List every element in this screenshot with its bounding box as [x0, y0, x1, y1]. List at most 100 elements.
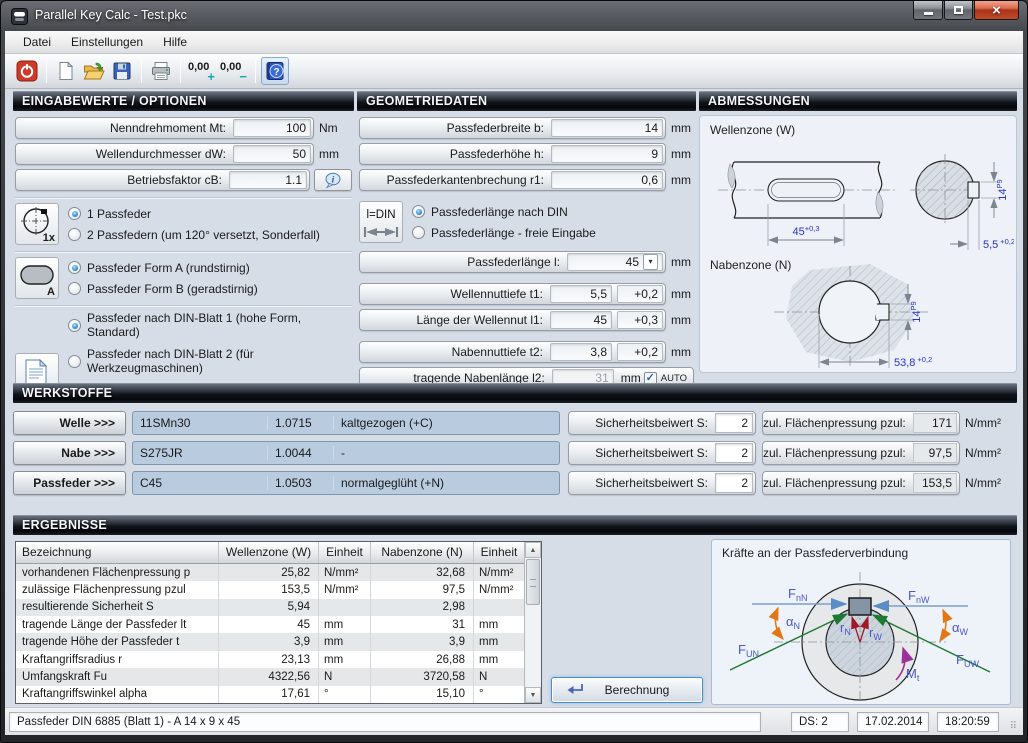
- material-name: S275JR: [133, 446, 267, 460]
- wellendurchmesser-label: Wellendurchmesser dW:: [16, 147, 233, 161]
- w-value: 153,5: [219, 581, 319, 598]
- row-name: resultierende Sicherheit S: [16, 599, 219, 616]
- nenndrehmoment-unit: Nm: [314, 121, 352, 135]
- w-value: 4322,56: [219, 668, 319, 685]
- option-label: 1 Passfeder: [87, 207, 151, 221]
- n-unit: °: [474, 686, 524, 703]
- passfederbreite-field: 14: [551, 119, 663, 137]
- open-file-button[interactable]: [80, 57, 108, 85]
- col-bezeichnung[interactable]: Bezeichnung: [16, 542, 219, 563]
- menu-einstellungen[interactable]: Einstellungen: [61, 32, 153, 52]
- option-laenge-nach-din[interactable]: Passfederlänge nach DIN: [412, 205, 694, 219]
- nenndrehmoment-input[interactable]: 100: [233, 119, 311, 137]
- welle-safety-input[interactable]: 2: [715, 413, 753, 433]
- option-form-b[interactable]: Passfeder Form B (geradstirnig): [68, 282, 352, 296]
- wellennutlaenge-field: 45: [550, 311, 612, 329]
- passfeder-material-button[interactable]: Passfeder >>>: [13, 471, 126, 495]
- betriebsfaktor-pill: Betriebsfaktor cB: 1.1: [15, 169, 310, 191]
- radio-icon[interactable]: [68, 228, 81, 241]
- col-wellenzone[interactable]: Wellenzone (W): [219, 542, 319, 563]
- wellendurchmesser-input[interactable]: 50: [233, 145, 311, 163]
- betriebsfaktor-info-button[interactable]: i: [314, 169, 352, 191]
- betriebsfaktor-input[interactable]: 1.1: [229, 171, 307, 189]
- radio-icon[interactable]: [68, 282, 81, 295]
- material-row-passfeder: Passfeder >>> C45 1.0503 normalgeglüht (…: [13, 471, 1015, 495]
- dim-14-p9-nabe: 14P9: [909, 301, 923, 322]
- maximize-button[interactable]: [944, 1, 973, 20]
- passfeder-material-field[interactable]: C45 1.0503 normalgeglüht (+N): [132, 471, 560, 495]
- key-form-a-icon: [19, 264, 55, 286]
- radio-icon[interactable]: [68, 355, 81, 368]
- exit-button[interactable]: [13, 57, 41, 85]
- berechnung-button[interactable]: Berechnung: [551, 677, 703, 703]
- close-button[interactable]: ×: [974, 1, 1019, 20]
- option-2-passfedern[interactable]: 2 Passfedern (um 120° versetzt, Sonderfa…: [68, 228, 352, 242]
- unit-label: mm: [666, 345, 694, 359]
- option-laenge-frei[interactable]: Passfederlänge - freie Eingabe: [412, 226, 694, 240]
- results-table: Bezeichnung Wellenzone (W) Einheit Naben…: [15, 541, 542, 704]
- new-file-button[interactable]: [52, 57, 80, 85]
- berechnung-label: Berechnung: [586, 683, 702, 697]
- print-button[interactable]: [147, 57, 175, 85]
- menu-hilfe[interactable]: Hilfe: [153, 32, 197, 52]
- help-button[interactable]: ?: [261, 57, 289, 85]
- option-1-passfeder[interactable]: 1 Passfeder: [68, 207, 352, 221]
- decimals-increase-button[interactable]: 0,00 +: [186, 57, 218, 85]
- scrollbar-thumb[interactable]: [526, 559, 540, 605]
- panel-eingabewerte: Nenndrehmoment Mt: 100 Nm Wellendurchmes…: [13, 113, 354, 397]
- resize-grip[interactable]: [1003, 712, 1017, 732]
- n-unit: N/mm²: [474, 564, 524, 581]
- welle-pzul-pill: zul. Flächenpressung pzul: 171: [762, 411, 960, 435]
- n-unit: mm: [474, 616, 524, 633]
- passfeder-form-group: A Passfeder Form A (rundstirnig) Passfed…: [15, 257, 352, 299]
- safety-label: Sicherheitsbeiwert S:: [569, 416, 715, 430]
- option-form-a[interactable]: Passfeder Form A (rundstirnig): [68, 261, 352, 275]
- nabe-material-button[interactable]: Nabe >>>: [13, 441, 126, 465]
- radio-icon[interactable]: [412, 226, 425, 239]
- scroll-up-icon[interactable]: ▲: [525, 542, 541, 558]
- wellennutlaenge-tolerance: +0,3: [617, 311, 663, 329]
- welle-material-button[interactable]: Welle >>>: [13, 411, 126, 435]
- scroll-down-icon[interactable]: ▼: [525, 687, 541, 703]
- table-row: Kraftangriffsradius r23,13mm26,88mm: [16, 651, 524, 668]
- w-value: 45: [219, 616, 319, 633]
- window-title: Parallel Key Calc - Test.pkc: [35, 8, 187, 22]
- option-din-blatt-2[interactable]: Passfeder nach DIN-Blatt 2 (für Werkzeug…: [68, 347, 352, 375]
- unit-label: mm: [666, 147, 694, 161]
- save-button[interactable]: [108, 57, 136, 85]
- n-unit: N/mm²: [474, 581, 524, 598]
- passfeder-safety-input[interactable]: 2: [715, 473, 753, 493]
- passfederlaenge-select[interactable]: 45 ▾: [567, 253, 663, 271]
- nabe-material-field[interactable]: S275JR 1.0044 -: [132, 441, 560, 465]
- w-unit: mm: [319, 616, 371, 633]
- radio-icon[interactable]: [68, 207, 81, 220]
- row-name: vorhandenen Flächenpressung p: [16, 564, 219, 581]
- welle-material-field[interactable]: 11SMn30 1.0715 kaltgezogen (+C): [132, 411, 560, 435]
- radio-icon[interactable]: [68, 261, 81, 274]
- col-nabenzone[interactable]: Nabenzone (N): [371, 542, 474, 563]
- option-label: 2 Passfedern (um 120° versetzt, Sonderfa…: [87, 228, 320, 242]
- decimals-decrease-button[interactable]: 0,00 −: [218, 57, 250, 85]
- auto-label: AUTO: [661, 373, 687, 384]
- n-value: 26,88: [371, 651, 474, 668]
- table-scrollbar[interactable]: ▲ ▼: [524, 542, 541, 703]
- nabe-safety-input[interactable]: 2: [715, 443, 753, 463]
- radio-icon[interactable]: [68, 319, 81, 332]
- col-einheit-w[interactable]: Einheit: [319, 542, 371, 563]
- col-einheit-n[interactable]: Einheit: [474, 542, 524, 563]
- title-bar[interactable]: Parallel Key Calc - Test.pkc ×: [1, 1, 1027, 31]
- n-unit: [474, 599, 524, 616]
- menu-datei[interactable]: Datei: [13, 32, 61, 52]
- force-diagram: FnN FnW FUN FUW αN αW rN rW Mt: [712, 560, 1010, 702]
- minimize-button[interactable]: [913, 1, 943, 20]
- unit-label: mm: [666, 173, 694, 187]
- w-unit: mm: [319, 651, 371, 668]
- radio-icon[interactable]: [412, 205, 425, 218]
- chevron-down-icon[interactable]: ▾: [643, 254, 658, 270]
- w-value: 3,9: [219, 633, 319, 650]
- w-unit: [319, 599, 371, 616]
- n-value: 3,9: [371, 633, 474, 650]
- new-document-icon: [56, 61, 76, 81]
- option-din-blatt-1[interactable]: Passfeder nach DIN-Blatt 1 (hohe Form, S…: [68, 311, 352, 339]
- n-value: 97,5: [371, 581, 474, 598]
